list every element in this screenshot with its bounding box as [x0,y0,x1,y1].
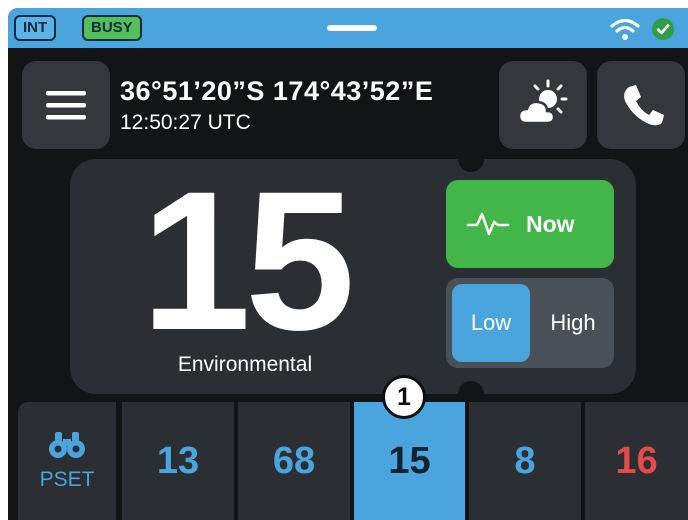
pset-label: PSET [39,468,95,491]
hamburger-menu-icon [46,91,86,120]
wifi-icon [610,18,640,40]
int-badge: INT [14,15,57,41]
weather-button[interactable] [499,61,587,149]
busy-badge: BUSY [82,15,142,41]
phone-icon [624,85,664,126]
now-button[interactable]: Now [446,180,614,268]
channel-name: Environmental [177,353,313,376]
current-channel-number: 15 [140,150,355,371]
channel-button-13[interactable]: 13 [122,402,234,520]
status-bar: INT BUSY [8,8,688,48]
signal-pulse-icon [466,212,510,236]
menu-button[interactable] [22,61,110,149]
gps-coordinates: 36°51’20”S 174°43’52”E [120,76,434,106]
now-label: Now [526,211,575,237]
phone-button[interactable] [597,61,685,149]
pset-button[interactable]: PSET [18,402,116,520]
channel-button-8[interactable]: 8 [469,402,581,520]
power-low-option[interactable]: Low [452,284,530,362]
binoculars-icon [49,432,85,458]
channel-bar: PSET 13 68 15 8 16 [8,402,688,520]
power-high-option[interactable]: High [536,284,610,362]
channel-button-68[interactable]: 68 [238,402,350,520]
pull-down-handle[interactable] [327,25,377,31]
callout-marker: 1 [382,375,426,419]
channel-button-15-active[interactable]: 15 [354,402,465,520]
check-circle-icon [652,18,674,40]
sun-cloud-icon [517,79,568,125]
radio-screen: INT BUSY 36°51’20”S 174°43’52”E 12:50:27… [8,8,688,520]
channel-button-16[interactable]: 16 [585,402,688,520]
utc-time: 12:50:27 UTC [120,111,251,134]
power-toggle[interactable]: Low High [446,278,614,368]
